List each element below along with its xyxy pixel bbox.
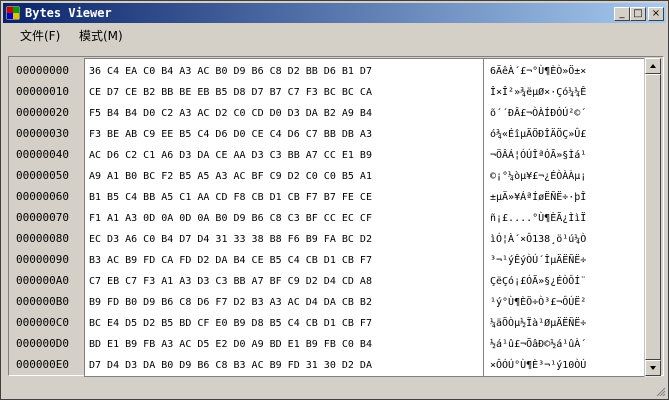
row-address: 00000070 xyxy=(16,211,69,224)
hex-row: C7 EB C7 F3 A1 A3 D3 C3 BB A7 BF C9 D2 D… xyxy=(89,276,372,287)
resize-grip-icon[interactable] xyxy=(656,387,666,397)
row-address: 000000D0 xyxy=(16,337,69,350)
hex-row: 36 C4 EA C0 B4 A3 AC B0 D9 B6 C8 D2 BB D… xyxy=(89,66,372,77)
ascii-row: ±µÄ»¥ÁªÍøËÑË÷·þÎ xyxy=(490,192,587,203)
ascii-row: ³¬¹ýÊýÒÚ´ÎµÄËÑË÷ xyxy=(490,255,587,266)
vertical-scrollbar[interactable] xyxy=(644,58,661,377)
hex-row: CE D7 CE B2 BB BE EB B5 D8 D7 B7 C7 F3 B… xyxy=(89,87,372,98)
hex-row: B3 AC B9 FD CA FD D2 DA B4 CE B5 C4 CB D… xyxy=(89,255,372,266)
menu-mode[interactable]: 模式(M) xyxy=(79,27,123,44)
row-address: 00000010 xyxy=(16,85,69,98)
minimize-button[interactable]: _ xyxy=(614,7,630,21)
ascii-textbox[interactable]: 6ÄêÀ´£¬°Ù¶ÈÒ»Ö±× Î×Î²»¾ëµØ×·Çó¼¼Ê õ´´ÐÂ£… xyxy=(484,58,644,377)
ascii-row: ©¡°¼òµ¥£¬¿ÉÒÀÀµ¡ xyxy=(490,171,587,182)
row-address: 000000A0 xyxy=(16,274,69,287)
ascii-row: ìÓ¦À´×Ô138¸ö¹ú¼Ò xyxy=(490,234,587,245)
ascii-row: ×ÔÓÚ°Ù¶È³¬¹ý10ÒÚ xyxy=(490,360,587,371)
hex-row: F5 B4 B4 D0 C2 A3 AC D2 C0 CD D0 D3 DA B… xyxy=(89,108,372,119)
row-address: 00000000 xyxy=(16,64,69,77)
ascii-row: ¹ý°Ù¶ÈÖ÷Ò³£¬ÔÚË² xyxy=(490,297,587,308)
row-address: 00000080 xyxy=(16,232,69,245)
maximize-icon: □ xyxy=(633,8,643,19)
ascii-row: Î×Î²»¾ëµØ×·Çó¼¼Ê xyxy=(490,87,587,98)
row-address: 00000050 xyxy=(16,169,69,182)
hex-textbox[interactable]: 36 C4 EA C0 B4 A3 AC B0 D9 B6 C8 D2 BB D… xyxy=(84,58,484,377)
title-bar[interactable]: Bytes Viewer _ □ × xyxy=(3,3,666,23)
hex-row: F3 BE AB C9 EE B5 C4 D6 D0 CE C4 D6 C7 B… xyxy=(89,129,372,140)
scroll-up-button[interactable] xyxy=(645,58,661,74)
arrow-up-icon xyxy=(650,64,656,68)
row-address: 000000B0 xyxy=(16,295,69,308)
ascii-row: ½á¹û£¬ÕâÐ©½á¹ûÀ´ xyxy=(490,339,587,350)
hex-row: B9 FD B0 D9 B6 C8 D6 F7 D2 B3 A3 AC D4 D… xyxy=(89,297,372,308)
hex-row: BC E4 D5 D2 B5 BD CF E0 B9 D8 B5 C4 CB D… xyxy=(89,318,372,329)
app-window: Bytes Viewer _ □ × 文件(F) 模式(M) 00000000 … xyxy=(0,0,669,400)
scroll-down-button[interactable] xyxy=(645,360,661,376)
row-address: 00000040 xyxy=(16,148,69,161)
menu-file[interactable]: 文件(F) xyxy=(20,27,60,44)
row-address: 00000090 xyxy=(16,253,69,266)
hex-row: D7 D4 D3 DA B0 D9 B6 C8 B3 AC B9 FD 31 3… xyxy=(89,360,372,371)
hex-row: F1 A1 A3 0D 0A 0D 0A B0 D9 B6 C8 C3 BF C… xyxy=(89,213,372,224)
menu-bar: 文件(F) 模式(M) xyxy=(3,24,666,46)
ascii-row: õ´´ÐÂ£¬ÒÀÍÐÓÚ²©´ xyxy=(490,108,587,119)
hex-row: A9 A1 B0 BC F2 B5 A5 A3 AC BF C9 D2 C0 C… xyxy=(89,171,372,182)
minimize-icon: _ xyxy=(619,8,625,19)
row-address: 00000020 xyxy=(16,106,69,119)
ascii-row: 6ÄêÀ´£¬°Ù¶ÈÒ»Ö±× xyxy=(490,66,587,77)
ascii-row: ÇëÇó¡£ÓÃ»§¿ÉÒÔÍ¨ xyxy=(490,276,587,287)
close-button[interactable]: × xyxy=(648,7,664,21)
row-address: 000000E0 xyxy=(16,358,69,371)
ascii-row: ¼äÕÒµ½Ïà¹ØµÄËÑË÷ xyxy=(490,318,587,329)
hex-row: AC D6 C2 C1 A6 D3 DA CE AA D3 C3 BB A7 C… xyxy=(89,150,372,161)
row-address: 00000030 xyxy=(16,127,69,140)
row-address: 00000060 xyxy=(16,190,69,203)
hex-row: BD E1 B9 FB A3 AC D5 E2 D0 A9 BD E1 B9 F… xyxy=(89,339,372,350)
app-icon xyxy=(6,6,20,20)
hex-row: B1 B5 C4 BB A5 C1 AA CD F8 CB D1 CB F7 B… xyxy=(89,192,372,203)
row-address: 000000C0 xyxy=(16,316,69,329)
hex-row: EC D3 A6 C0 B4 D7 D4 31 33 38 B8 F6 B9 F… xyxy=(89,234,372,245)
address-column: 00000000 00000010 00000020 00000030 0000… xyxy=(9,57,84,375)
ascii-row: ñ¡£....°Ù¶ÈÃ¿ÌìÏ xyxy=(490,213,587,224)
scroll-thumb[interactable] xyxy=(645,74,661,360)
maximize-button[interactable]: □ xyxy=(630,7,646,21)
arrow-down-icon xyxy=(650,366,656,370)
ascii-row: ó¾«ÉîµÄÖÐÎÄÖÇ»Û£ xyxy=(490,129,587,140)
window-title: Bytes Viewer xyxy=(25,6,112,20)
ascii-row: ¬ÖÂÁ¦ÓÚÎªÓÃ»§Ìá¹ xyxy=(490,150,587,161)
close-icon: × xyxy=(651,8,661,19)
